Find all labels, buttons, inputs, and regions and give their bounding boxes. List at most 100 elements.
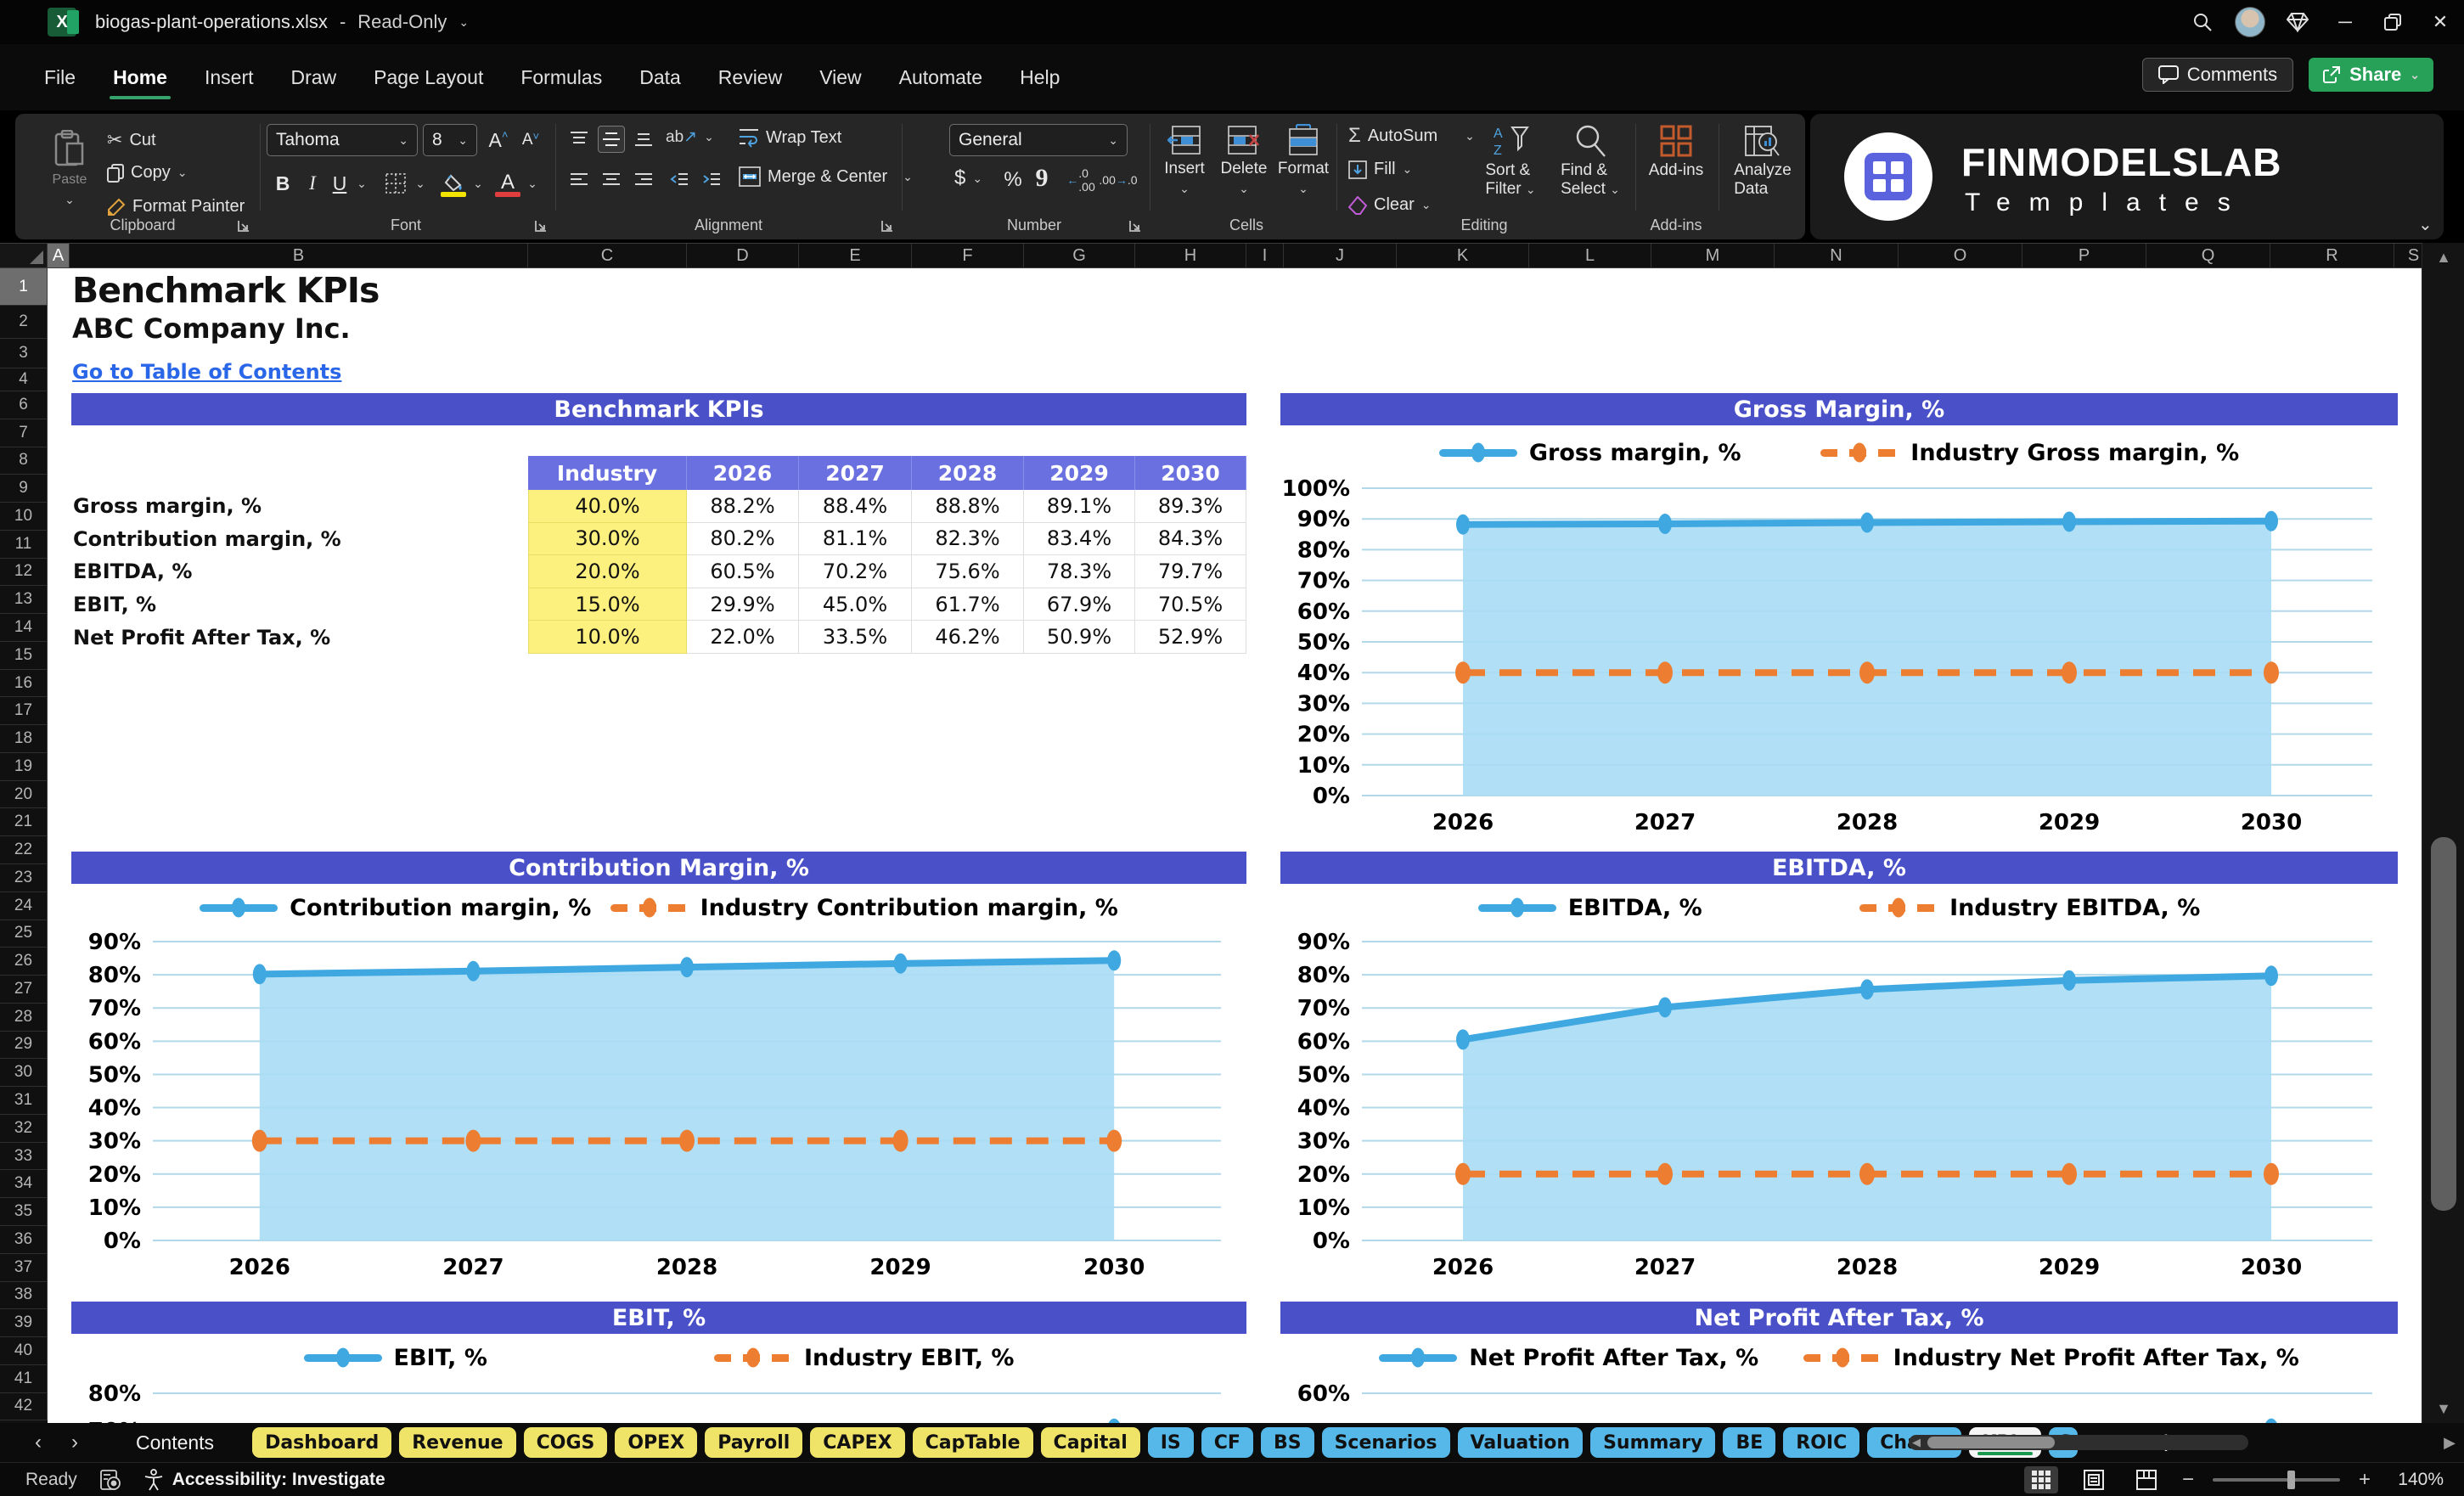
row-header[interactable]: 17 xyxy=(0,697,48,726)
row-header[interactable]: 14 xyxy=(0,614,48,642)
row-header[interactable]: 22 xyxy=(0,836,48,865)
number-dialog-launcher[interactable] xyxy=(1129,220,1143,233)
borders-chevron[interactable]: ⌄ xyxy=(413,168,428,199)
align-center-button[interactable] xyxy=(598,166,625,194)
sheet-tab[interactable]: Revenue xyxy=(399,1427,516,1458)
search-icon[interactable] xyxy=(2179,0,2226,44)
row-header[interactable]: 12 xyxy=(0,558,48,587)
column-header[interactable]: I xyxy=(1246,244,1284,267)
row-header[interactable]: 41 xyxy=(0,1364,48,1393)
cut-button[interactable]: ✂ Cut xyxy=(107,129,156,151)
decrease-indent-button[interactable] xyxy=(666,166,693,194)
scroll-up-arrow[interactable]: ▲ xyxy=(2422,243,2464,272)
sheet-tab[interactable]: Summary xyxy=(1590,1427,1716,1458)
clear-button[interactable]: Clear ⌄ xyxy=(1348,195,1432,215)
share-button[interactable]: Share ⌄ xyxy=(2309,58,2433,92)
zoom-slider-thumb[interactable] xyxy=(2287,1470,2295,1489)
sheet-tab[interactable]: CF xyxy=(1201,1427,1253,1458)
alignment-dialog-launcher[interactable] xyxy=(881,220,895,233)
row-header[interactable]: 10 xyxy=(0,503,48,531)
increase-indent-button[interactable] xyxy=(698,166,725,194)
row-header[interactable]: 35 xyxy=(0,1198,48,1226)
column-header[interactable]: G xyxy=(1024,244,1135,267)
currency-format-button[interactable]: $ ⌄ xyxy=(954,166,982,190)
sort-filter-button[interactable]: AZ Sort & Filter ⌄ xyxy=(1474,124,1547,199)
row-header[interactable]: 16 xyxy=(0,669,48,698)
find-select-button[interactable]: Find & Select ⌄ xyxy=(1554,124,1627,199)
sheet-tab[interactable]: Capital xyxy=(1040,1427,1140,1458)
row-header[interactable]: 30 xyxy=(0,1059,48,1088)
ribbon-tab[interactable]: Review xyxy=(700,58,801,98)
autosum-button[interactable]: Σ AutoSum ⌄ xyxy=(1348,124,1475,148)
copy-button[interactable]: Copy ⌄ xyxy=(107,163,187,183)
row-header[interactable]: 24 xyxy=(0,891,48,920)
select-all-corner[interactable] xyxy=(0,244,48,267)
horizontal-scrollbar[interactable]: ◀ xyxy=(1909,1435,2248,1450)
row-header[interactable]: 20 xyxy=(0,780,48,809)
row-header[interactable]: 36 xyxy=(0,1225,48,1254)
row-header[interactable]: 38 xyxy=(0,1281,48,1310)
row-header[interactable]: 2 xyxy=(0,306,48,339)
merge-center-button[interactable]: Merge & Center ⌄ xyxy=(739,166,913,187)
row-header[interactable]: 4 xyxy=(0,368,48,391)
vertical-scrollbar[interactable]: ▲ ▼ xyxy=(2422,243,2464,1423)
format-painter-button[interactable]: Format Painter xyxy=(107,197,245,217)
premium-gem-icon[interactable] xyxy=(2274,0,2321,44)
row-header[interactable]: 6 xyxy=(0,391,48,419)
increase-font-size-button[interactable]: A ˄ xyxy=(484,126,513,155)
row-header[interactable]: 9 xyxy=(0,475,48,503)
row-header[interactable]: 18 xyxy=(0,725,48,753)
sheet-tab[interactable]: CapTable xyxy=(912,1427,1033,1458)
paste-button[interactable]: Paste ⌄ xyxy=(42,124,97,212)
sheet-tab[interactable]: Scenarios xyxy=(1321,1427,1450,1458)
font-size-combo[interactable]: 8 ⌄ xyxy=(423,124,477,156)
analyze-data-button[interactable]: Analyze Data xyxy=(1727,124,1798,199)
row-header[interactable]: 3 xyxy=(0,339,48,368)
format-cells-button[interactable]: Format ⌄ xyxy=(1275,124,1331,196)
fill-button[interactable]: Fill ⌄ xyxy=(1348,160,1412,179)
orientation-button[interactable]: ab↗ ⌄ xyxy=(666,127,714,147)
column-header[interactable]: A xyxy=(48,244,70,267)
normal-view-button[interactable] xyxy=(2023,1465,2058,1493)
insert-cells-button[interactable]: Insert ⌄ xyxy=(1156,124,1212,196)
row-header[interactable]: 8 xyxy=(0,447,48,475)
ribbon-tab[interactable]: View xyxy=(801,58,880,98)
underline-button[interactable]: U xyxy=(328,168,352,199)
zoom-in-button[interactable]: + xyxy=(2359,1468,2371,1492)
column-header[interactable]: R xyxy=(2270,244,2394,267)
align-right-button[interactable] xyxy=(630,166,657,194)
borders-button[interactable] xyxy=(380,168,411,199)
font-color-button[interactable]: A xyxy=(492,166,523,199)
sheet-tab[interactable]: COGS xyxy=(523,1427,608,1458)
sheet-tab[interactable]: Dashboard xyxy=(252,1427,392,1458)
horizontal-scrollbar-thumb[interactable] xyxy=(1927,1437,2055,1448)
row-header[interactable]: 27 xyxy=(0,976,48,1004)
italic-button[interactable]: I xyxy=(301,168,324,199)
hscroll-right-arrow[interactable]: ▶ xyxy=(2444,1434,2456,1452)
row-header[interactable]: 29 xyxy=(0,1031,48,1060)
row-header[interactable]: 11 xyxy=(0,530,48,559)
bold-button[interactable]: B xyxy=(270,168,295,199)
percent-style-button[interactable]: % xyxy=(999,165,1027,195)
font-dialog-launcher[interactable] xyxy=(535,220,548,233)
row-header[interactable]: 40 xyxy=(0,1337,48,1365)
sheet-tab[interactable]: BE xyxy=(1723,1427,1776,1458)
row-header[interactable]: 25 xyxy=(0,920,48,948)
middle-align-button[interactable] xyxy=(598,126,625,153)
prev-sheet-arrow[interactable]: ‹ xyxy=(24,1431,53,1454)
sheet-tab[interactable]: IS xyxy=(1147,1427,1194,1458)
zoom-slider[interactable] xyxy=(2212,1470,2340,1489)
column-header[interactable]: Q xyxy=(2146,244,2270,267)
zoom-level[interactable]: 140% xyxy=(2389,1470,2444,1490)
page-break-preview-button[interactable] xyxy=(2129,1466,2163,1493)
industry-value-cell[interactable]: 20.0% xyxy=(528,555,687,588)
number-format-combo[interactable]: General ⌄ xyxy=(949,124,1128,156)
collapse-ribbon-chevron[interactable]: ⌄ xyxy=(2418,214,2433,235)
row-header[interactable]: 28 xyxy=(0,1003,48,1032)
next-sheet-arrow[interactable]: › xyxy=(60,1431,89,1454)
column-header[interactable]: N xyxy=(1775,244,1899,267)
row-header[interactable]: 23 xyxy=(0,864,48,892)
page-layout-view-button[interactable] xyxy=(2077,1466,2111,1493)
row-header[interactable]: 15 xyxy=(0,641,48,670)
wrap-text-button[interactable]: Wrap Text xyxy=(739,127,841,148)
